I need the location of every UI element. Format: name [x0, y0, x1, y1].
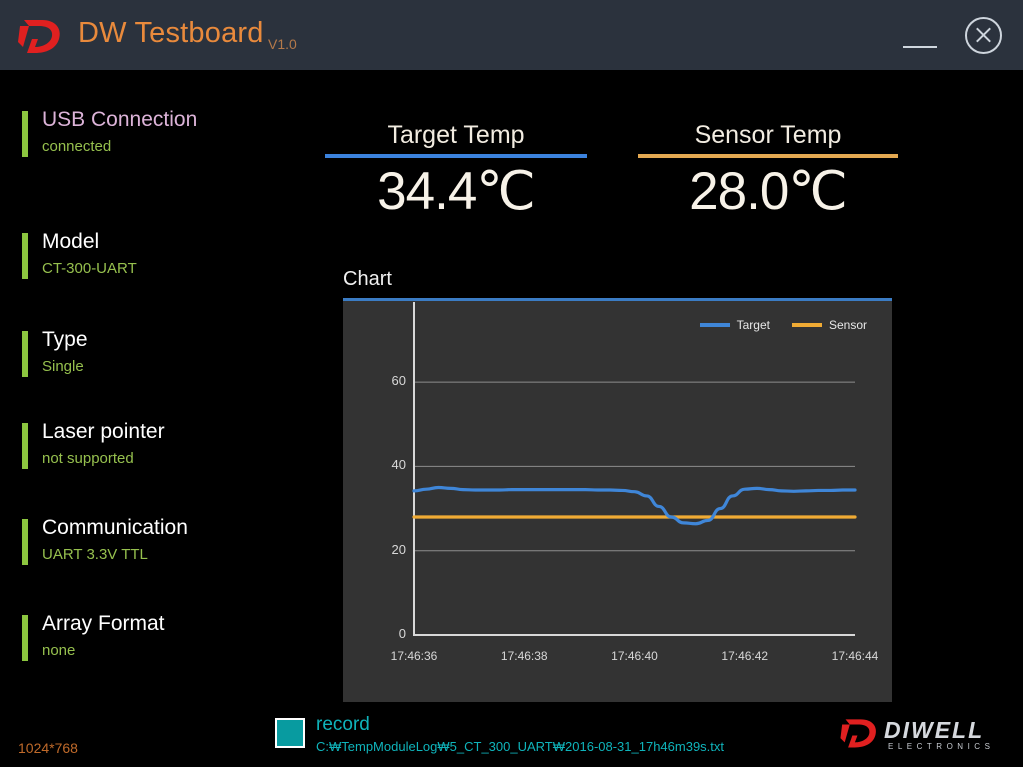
chart-plot-area [412, 302, 857, 636]
sensor-temp-panel: Sensor Temp 28.0℃ [638, 118, 898, 222]
chart-x-tick-label: 17:46:36 [390, 649, 438, 663]
sidebar-item-value: not supported [42, 450, 134, 467]
sidebar-item-value: Single [42, 358, 84, 375]
chart-title: Chart [343, 268, 392, 290]
brand-subtitle: ELECTRONICS [888, 742, 995, 751]
chart-axes [413, 302, 855, 636]
sidebar-item-value: UART 3.3V TTL [42, 546, 148, 563]
sidebar-accent-bar [22, 423, 28, 469]
sidebar-accent-bar [22, 615, 28, 661]
chart-y-tick-label: 20 [391, 541, 406, 557]
chart-x-tick-label: 17:46:40 [611, 649, 658, 663]
record-label: record [316, 714, 370, 735]
brand-logo: DIWELL ELECTRONICS [840, 716, 1010, 756]
sensor-temp-underline [638, 154, 898, 158]
sidebar-item-value: connected [42, 138, 112, 155]
app-window: DW Testboard V1.0 USB Connection connecte… [0, 0, 1023, 767]
chart-x-tick-label: 17:46:38 [500, 649, 548, 663]
sidebar: USB Connection connected Model CT-300-UART T… [0, 70, 320, 710]
sensor-temp-title: Sensor Temp [694, 121, 842, 149]
app-version: V1.0 [268, 36, 297, 52]
title-bar: DW Testboard V1.0 [0, 0, 1023, 70]
target-temp-value: 34.4℃ [377, 162, 536, 221]
brand-name: DIWELL [884, 717, 985, 743]
chart-x-tick-label: 17:46:42 [721, 649, 769, 663]
sidebar-item-label: USB Connection [42, 108, 198, 131]
chart-y-tick-label: 40 [391, 457, 406, 473]
sidebar-item-value: none [42, 642, 76, 659]
minimize-button[interactable] [900, 28, 940, 56]
sidebar-item-label: Type [42, 328, 88, 351]
sensor-temp-value: 28.0℃ [689, 162, 848, 221]
sidebar-item-label: Model [42, 230, 100, 253]
record-checkbox[interactable] [275, 718, 305, 748]
chart-y-tick-label: 60 [391, 373, 406, 389]
target-temp-title: Target Temp [387, 121, 525, 149]
record-path: C:₩TempModuleLog₩5_CT_300_UART₩2016-08-3… [316, 739, 725, 754]
app-title: DW Testboard [78, 17, 264, 49]
sidebar-accent-bar [22, 233, 28, 279]
sidebar-item-label: Laser pointer [42, 420, 165, 443]
chart-panel[interactable]: Target Sensor 0 20 40 60 17:46:36 17:46:38 17:4… [343, 298, 892, 702]
diwell-d-logo-icon [18, 20, 60, 53]
target-temp-panel: Target Temp 34.4℃ [325, 118, 587, 222]
sidebar-accent-bar [22, 331, 28, 377]
chart-x-tick-label: 17:46:44 [831, 649, 879, 663]
resolution-label: 1024*768 [18, 740, 78, 756]
sidebar-accent-bar [22, 111, 28, 157]
sidebar-item-value: CT-300-UART [42, 260, 137, 277]
chart-y-tick-label: 0 [398, 626, 406, 641]
sidebar-accent-bar [22, 519, 28, 565]
sidebar-item-label: Array Format [42, 612, 165, 635]
sidebar-item-label: Communication [42, 516, 188, 539]
close-button[interactable] [965, 17, 1002, 54]
target-temp-underline [325, 154, 587, 158]
diwell-d-logo-icon [840, 719, 876, 748]
